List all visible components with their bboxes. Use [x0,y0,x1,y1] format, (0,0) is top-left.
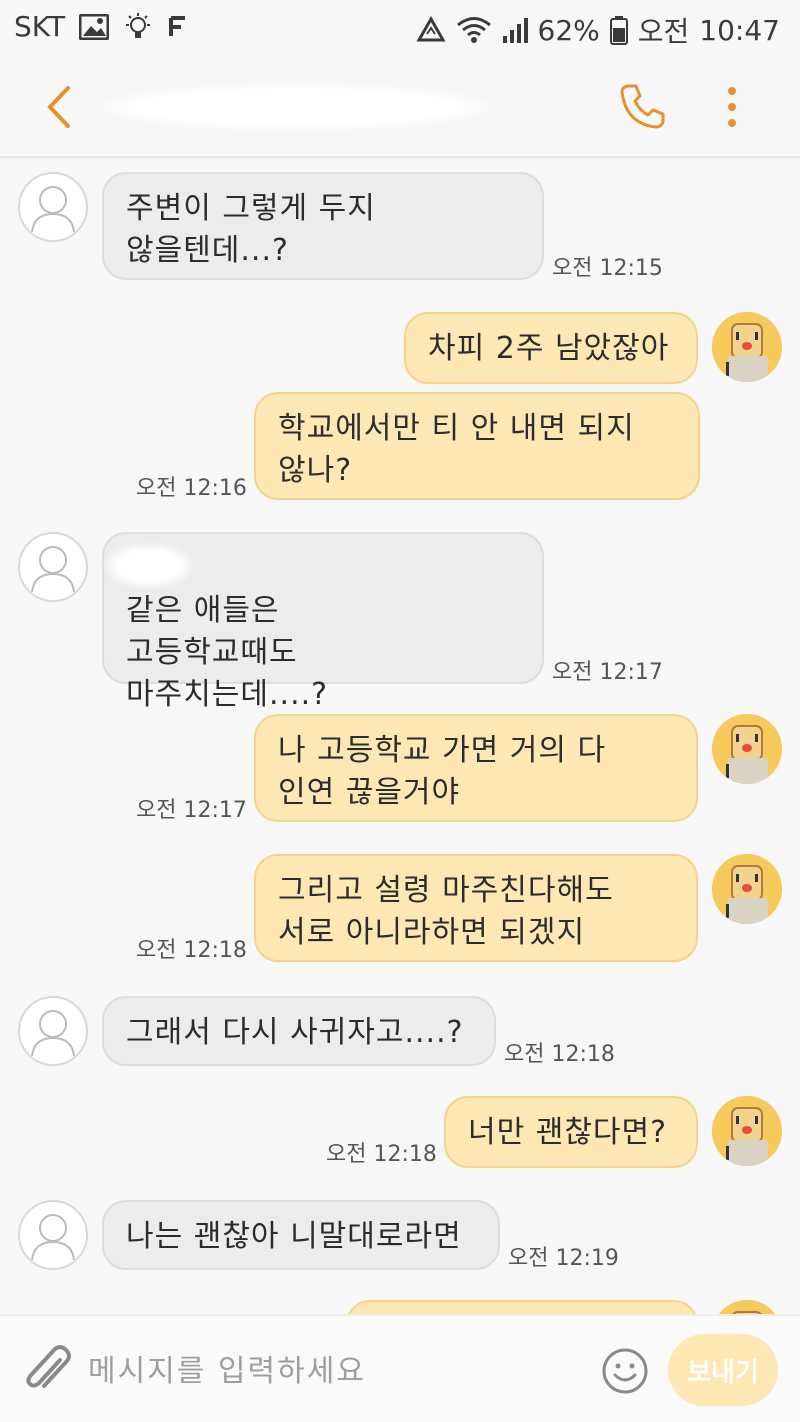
gallery-icon [79,11,110,43]
status-bar: SKT 62% 오전 10:47 [0,0,800,56]
f-app-icon [167,11,189,43]
message-input[interactable] [88,1346,568,1396]
message-bubble-outgoing[interactable]: 그리고 설령 마주친다해도 서로 아니라하면 되겠지 [254,854,698,962]
message-time: 오전 12:17 [136,798,247,823]
message-time: 오전 12:18 [326,1142,437,1167]
redacted-name [106,544,192,588]
person-icon [31,1214,75,1261]
contact-avatar[interactable] [18,1200,88,1270]
signal-icon [502,14,528,46]
attach-button[interactable] [22,1342,74,1398]
more-options-button[interactable] [714,84,750,130]
contact-avatar[interactable] [18,172,88,242]
message-time: 오전 12:16 [136,476,247,501]
contact-avatar[interactable] [18,532,88,602]
message-text: 같은 애들은 고등학교때도 마주치는데....? [126,593,329,712]
message-bubble-incoming[interactable]: 주변이 그렇게 두지 않을텐데...? [102,172,544,280]
battery-percent: 62% [537,13,600,47]
message-bubble-outgoing[interactable]: 너만 괜찮다면? [444,1096,698,1168]
status-time: 10:47 [699,13,780,47]
message-time: 오전 12:18 [136,938,247,963]
message-bubble-incoming[interactable]: 그래서 다시 사귀자고....? [102,996,496,1066]
contact-name-redacted [96,84,496,130]
message-bubble-incoming[interactable]: 나는 괜찮아 니말대로라면 [102,1200,500,1270]
toast-character-icon [712,1300,782,1314]
message-time: 오전 12:15 [552,256,663,281]
wifi-icon [456,14,492,46]
my-avatar[interactable] [712,312,782,382]
toast-character-icon [712,714,782,784]
phone-icon [620,84,665,129]
chat-header [0,56,800,158]
message-bubble-outgoing[interactable]: 차피 2주 남았잖아 [404,312,698,384]
message-bubble-outgoing-partial[interactable] [346,1300,698,1314]
call-button[interactable] [616,80,668,132]
compose-bar: 보내기 [0,1314,800,1422]
carrier-label: SKT [14,10,66,43]
more-vert-icon [728,87,736,127]
person-icon [31,1010,75,1057]
message-bubble-outgoing[interactable]: 나 고등학교 가면 거의 다 인연 끊을거야 [254,714,698,822]
message-time: 오전 12:19 [508,1246,619,1271]
my-avatar[interactable] [712,854,782,924]
contact-avatar[interactable] [18,996,88,1066]
send-button[interactable]: 보내기 [668,1334,778,1406]
data-saver-icon [415,14,446,46]
my-avatar[interactable] [712,1300,782,1314]
smiley-icon [602,1348,648,1394]
person-icon [31,186,75,233]
my-avatar[interactable] [712,1096,782,1166]
message-time: 오전 12:18 [504,1042,615,1067]
toast-character-icon [712,312,782,382]
message-bubble-outgoing[interactable]: 학교에서만 티 안 내면 되지 않나? [254,392,700,500]
status-ampm: 오전 [637,15,690,48]
emoji-button[interactable] [600,1346,650,1396]
toast-character-icon [712,1096,782,1166]
paperclip-icon [26,1345,71,1388]
my-avatar[interactable] [712,714,782,784]
back-button[interactable] [40,82,80,132]
person-icon [31,546,75,593]
message-list[interactable]: 주변이 그렇게 두지 않을텐데...? 오전 12:15 차피 2주 남았잖아 … [0,160,800,1314]
message-time: 오전 12:17 [552,660,663,685]
toast-character-icon [712,854,782,924]
battery-icon [609,14,628,46]
bulb-icon [123,11,153,43]
chevron-left-icon [47,86,70,128]
